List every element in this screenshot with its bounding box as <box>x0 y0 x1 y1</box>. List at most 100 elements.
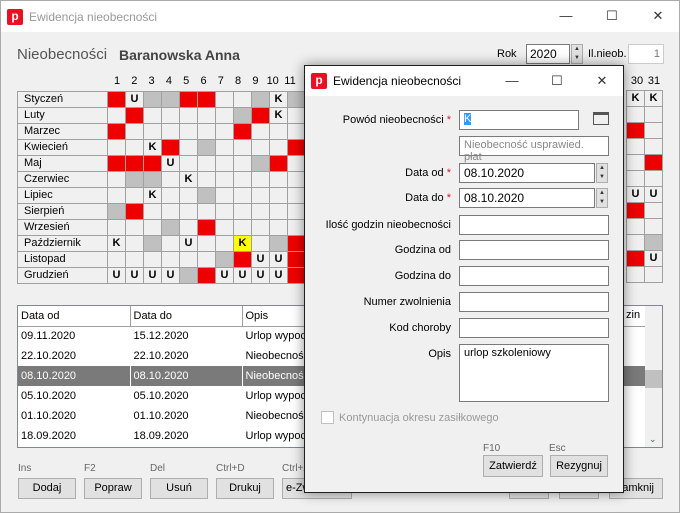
day-cell[interactable] <box>125 251 144 268</box>
day-cell[interactable] <box>215 123 234 140</box>
day-cell[interactable] <box>125 235 144 252</box>
day-cell[interactable] <box>626 234 645 251</box>
day-cell[interactable] <box>107 139 126 156</box>
day-cell[interactable] <box>197 155 216 172</box>
day-cell[interactable]: U <box>269 267 288 284</box>
day-cell[interactable]: U <box>143 267 162 284</box>
day-cell[interactable] <box>233 123 252 140</box>
day-cell[interactable] <box>644 138 663 155</box>
day-cell[interactable] <box>179 203 198 220</box>
approve-button[interactable]: Zatwierdź <box>483 455 543 477</box>
day-cell[interactable] <box>269 219 288 236</box>
day-cell[interactable] <box>143 91 162 108</box>
day-cell[interactable]: K <box>269 91 288 108</box>
day-cell[interactable] <box>125 219 144 236</box>
reason-input[interactable]: K <box>459 110 579 130</box>
day-cell[interactable]: K <box>269 107 288 124</box>
date-to-input[interactable]: 08.10.2020 <box>459 188 595 208</box>
day-cell[interactable]: U <box>251 251 270 268</box>
day-cell[interactable] <box>161 187 180 204</box>
down-arrow-icon[interactable]: ▼ <box>597 173 607 182</box>
day-cell[interactable]: U <box>644 250 663 267</box>
day-cell[interactable] <box>251 139 270 156</box>
up-arrow-icon[interactable]: ▲ <box>572 45 582 54</box>
day-cell[interactable] <box>161 107 180 124</box>
day-cell[interactable]: U <box>215 267 234 284</box>
day-cell[interactable] <box>215 139 234 156</box>
day-cell[interactable] <box>161 251 180 268</box>
day-cell[interactable] <box>215 219 234 236</box>
day-cell[interactable] <box>143 203 162 220</box>
day-cell[interactable] <box>215 91 234 108</box>
date-from-input[interactable]: 08.10.2020 <box>459 163 595 183</box>
sick-leave-number-input[interactable] <box>459 292 609 312</box>
date-to-stepper[interactable]: ▲ ▼ <box>596 188 608 208</box>
day-cell[interactable] <box>287 91 306 108</box>
day-cell[interactable] <box>179 219 198 236</box>
day-cell[interactable]: U <box>125 267 144 284</box>
day-cell[interactable]: U <box>125 91 144 108</box>
up-arrow-icon[interactable]: ▲ <box>597 189 607 198</box>
day-cell[interactable] <box>161 139 180 156</box>
day-cell[interactable] <box>287 251 306 268</box>
day-cell[interactable] <box>179 123 198 140</box>
day-cell[interactable] <box>251 171 270 188</box>
day-cell[interactable] <box>287 203 306 220</box>
dialog-maximize-button[interactable]: ☐ <box>534 66 580 97</box>
day-cell[interactable] <box>287 155 306 172</box>
day-cell[interactable] <box>215 155 234 172</box>
day-cell[interactable] <box>626 250 645 267</box>
day-cell[interactable]: K <box>644 90 663 107</box>
continuation-checkbox[interactable] <box>321 411 334 424</box>
day-cell[interactable] <box>287 219 306 236</box>
day-cell[interactable]: K <box>179 171 198 188</box>
day-cell[interactable] <box>143 107 162 124</box>
day-cell[interactable] <box>107 155 126 172</box>
day-cell[interactable] <box>179 267 198 284</box>
day-cell[interactable]: U <box>161 267 180 284</box>
day-cell[interactable] <box>626 218 645 235</box>
day-cell[interactable]: K <box>143 139 162 156</box>
hours-input[interactable] <box>459 215 609 235</box>
day-cell[interactable] <box>644 218 663 235</box>
day-cell[interactable] <box>251 235 270 252</box>
day-cell[interactable] <box>215 107 234 124</box>
dialog-minimize-button[interactable]: — <box>489 66 535 97</box>
up-arrow-icon[interactable]: ▲ <box>597 164 607 173</box>
dialog-close-button[interactable]: ✕ <box>579 66 625 97</box>
day-cell[interactable]: K <box>233 235 252 252</box>
day-cell[interactable] <box>644 266 663 283</box>
day-cell[interactable] <box>233 219 252 236</box>
day-cell[interactable] <box>161 219 180 236</box>
day-cell[interactable] <box>644 234 663 251</box>
day-cell[interactable] <box>233 107 252 124</box>
day-cell[interactable] <box>179 187 198 204</box>
day-cell[interactable]: U <box>626 186 645 203</box>
maximize-button[interactable]: ☐ <box>589 1 635 32</box>
day-cell[interactable] <box>107 219 126 236</box>
day-cell[interactable] <box>197 187 216 204</box>
disease-code-input[interactable] <box>459 318 609 338</box>
day-cell[interactable] <box>644 154 663 171</box>
day-cell[interactable] <box>233 203 252 220</box>
day-cell[interactable] <box>179 91 198 108</box>
day-cell[interactable] <box>269 155 288 172</box>
day-cell[interactable] <box>125 203 144 220</box>
day-cell[interactable] <box>233 139 252 156</box>
continuation-checkbox-row[interactable]: Kontynuacja okresu zasiłkowego <box>321 411 499 424</box>
day-cell[interactable] <box>161 171 180 188</box>
day-cell[interactable] <box>251 91 270 108</box>
day-cell[interactable] <box>269 187 288 204</box>
day-cell[interactable] <box>626 170 645 187</box>
day-cell[interactable] <box>161 203 180 220</box>
day-cell[interactable] <box>626 202 645 219</box>
day-cell[interactable] <box>644 106 663 123</box>
day-cell[interactable] <box>143 235 162 252</box>
day-cell[interactable] <box>215 187 234 204</box>
day-cell[interactable] <box>197 203 216 220</box>
day-cell[interactable] <box>233 251 252 268</box>
day-cell[interactable] <box>161 91 180 108</box>
down-arrow-icon[interactable]: ▼ <box>597 198 607 207</box>
day-cell[interactable] <box>125 155 144 172</box>
day-cell[interactable] <box>287 171 306 188</box>
